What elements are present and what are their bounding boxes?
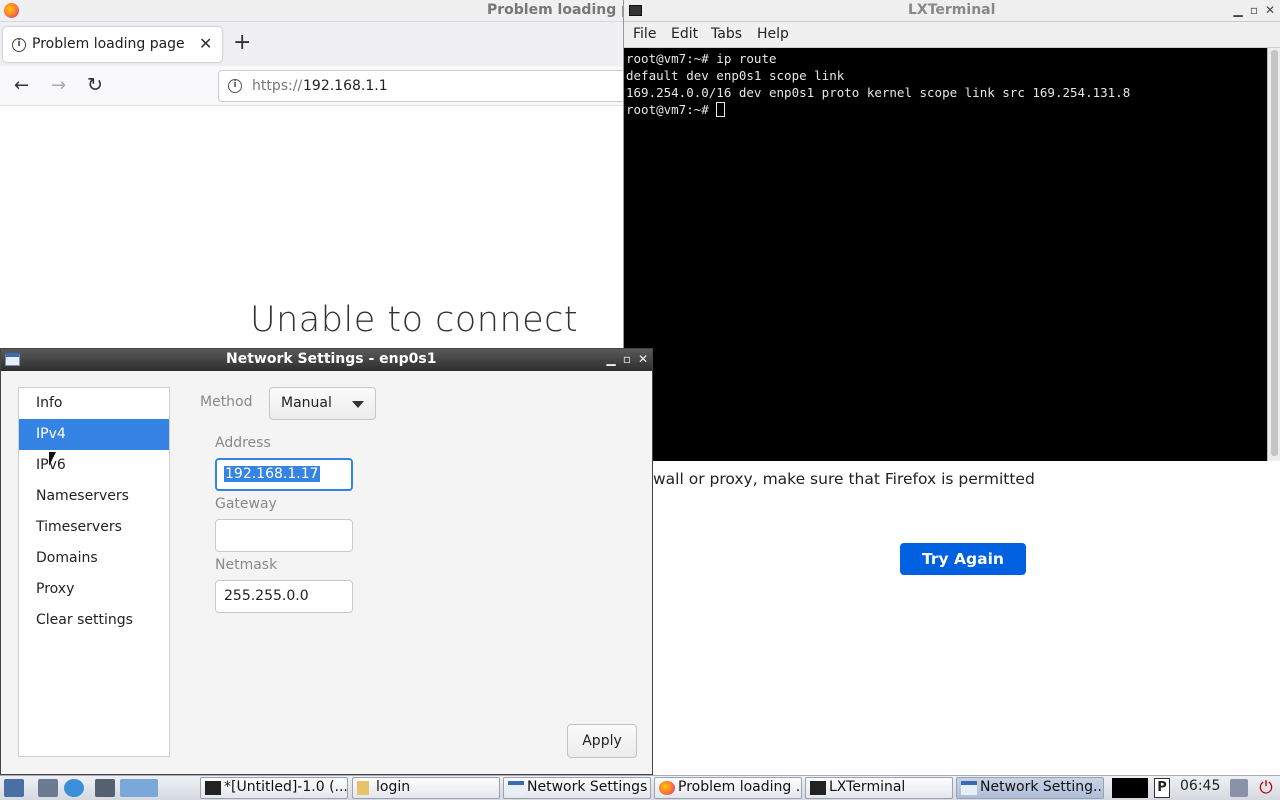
try-again-button[interactable]: Try Again (900, 543, 1026, 575)
method-dropdown[interactable]: Manual (269, 387, 376, 420)
terminal-line: 169.254.0.0/16 dev enp0s1 proto kernel s… (626, 85, 1131, 100)
reload-icon[interactable]: ↻ (87, 74, 103, 96)
browser-launcher-icon[interactable] (64, 779, 84, 797)
taskbar-item-label: Network Settings (527, 779, 648, 795)
menu-help[interactable]: Help (757, 26, 789, 42)
taskbar-item-label: Network Setting... (980, 779, 1104, 795)
close-icon[interactable]: ✕ (636, 352, 650, 366)
sidebar-item-domains[interactable]: Domains (19, 543, 169, 574)
workspace-switcher-icon[interactable] (120, 779, 158, 797)
error-description: wall or proxy, make sure that Firefox is… (653, 470, 1035, 488)
terminal-prompt-line: root@vm7:~# (626, 101, 1265, 118)
terminal-line: default dev enp0s1 scope link (626, 68, 845, 83)
minimize-icon[interactable]: ▁ (1231, 3, 1245, 17)
sidebar-item-proxy[interactable]: Proxy (19, 574, 169, 605)
folder-icon (357, 781, 369, 795)
taskbar-item-untitled[interactable]: *[Untitled]-1.0 (... (200, 777, 348, 799)
maximize-icon[interactable]: ▫ (1247, 3, 1261, 17)
terminal-prompt: root@vm7:~# (626, 102, 717, 117)
minimize-icon[interactable]: ▁ (604, 352, 618, 366)
terminal-line: root@vm7:~# ip route (626, 51, 777, 66)
menu-tabs[interactable]: Tabs (711, 26, 742, 42)
tab-problem-loading[interactable]: i Problem loading page ✕ (3, 27, 222, 62)
error-title: Unable to connect (250, 300, 579, 340)
gateway-label: Gateway (215, 496, 277, 512)
taskbar-item-label: LXTerminal (829, 779, 906, 795)
apply-button[interactable]: Apply (567, 724, 637, 758)
sidebar-item-nameservers[interactable]: Nameservers (19, 481, 169, 512)
settings-sidebar: Info IPv4 IPv6 Nameservers Timeservers D… (18, 387, 170, 757)
network-settings-dialog: Network Settings - enp0s1 ▁ ▫ ✕ Info IPv… (0, 348, 653, 775)
tab-close-icon[interactable]: ✕ (199, 34, 212, 53)
site-info-icon[interactable]: i (228, 79, 242, 93)
dialog-titlebar: Network Settings - enp0s1 ▁ ▫ ✕ (1, 349, 652, 371)
terminal-window: LXTerminal ▁ ▫ ✕ File Edit Tabs Help roo… (623, 0, 1280, 461)
mouse-pointer-icon (49, 452, 56, 466)
firefox-icon (659, 781, 675, 795)
lock-screen-icon[interactable] (1230, 779, 1248, 797)
sidebar-item-info[interactable]: Info (19, 388, 169, 419)
taskbar-item-label: login (376, 779, 411, 795)
taskbar-item-firefox[interactable]: Problem loading ... (654, 777, 802, 799)
terminal-titlebar: LXTerminal ▁ ▫ ✕ (624, 0, 1280, 22)
address-field[interactable]: 192.168.1.17 (215, 458, 353, 491)
terminal-icon (629, 5, 642, 16)
window-icon (5, 353, 20, 366)
tab-label: Problem loading page (32, 36, 185, 52)
menu-edit[interactable]: Edit (671, 26, 698, 42)
editor-icon (205, 781, 221, 795)
method-label: Method (200, 394, 253, 410)
sidebar-item-clear-settings[interactable]: Clear settings (19, 605, 169, 636)
show-desktop-icon[interactable] (38, 779, 58, 797)
close-icon[interactable]: ✕ (1263, 3, 1277, 17)
window-icon (508, 781, 524, 795)
taskbar-item-network-settings[interactable]: Network Settings (503, 777, 651, 799)
url-scheme: https:// (252, 78, 303, 94)
clipboard-icon[interactable]: P (1154, 778, 1170, 798)
terminal-output[interactable]: root@vm7:~# ip route default dev enp0s1 s… (624, 48, 1267, 461)
taskbar-item-login[interactable]: login (352, 777, 500, 799)
netmask-label: Netmask (215, 557, 278, 573)
firefox-logo-icon (4, 3, 19, 18)
netmask-field[interactable]: 255.255.0.0 (215, 580, 353, 613)
taskbar-item-network-settings-2[interactable]: Network Setting... (956, 777, 1104, 799)
terminal-menubar: File Edit Tabs Help (624, 22, 1280, 48)
maximize-icon[interactable]: ▫ (620, 352, 634, 366)
sidebar-item-timeservers[interactable]: Timeservers (19, 512, 169, 543)
gateway-field[interactable] (215, 519, 353, 552)
taskbar-item-label: *[Untitled]-1.0 (... (224, 779, 348, 795)
taskbar-item-lxterminal[interactable]: LXTerminal (805, 777, 953, 799)
new-tab-plus-icon[interactable]: + (233, 32, 251, 54)
terminal-scrollbar[interactable] (1267, 48, 1280, 461)
sidebar-item-ipv6[interactable]: IPv6 (19, 450, 169, 481)
menu-file[interactable]: File (633, 26, 656, 42)
cpu-monitor (1112, 778, 1148, 798)
back-arrow-icon[interactable]: ← (14, 75, 29, 96)
start-menu-icon[interactable] (4, 779, 24, 797)
dropdown-caret-icon (352, 401, 364, 408)
forward-arrow-icon[interactable]: → (51, 75, 66, 96)
url-host: 192.168.1.1 (303, 78, 388, 94)
scrollbar-thumb[interactable] (1271, 50, 1278, 456)
dialog-title: Network Settings - enp0s1 (226, 351, 437, 367)
file-manager-icon[interactable] (95, 779, 115, 797)
terminal-cursor (716, 102, 726, 117)
sidebar-item-ipv4[interactable]: IPv4 (19, 419, 169, 450)
terminal-title: LXTerminal (908, 2, 996, 18)
taskbar-item-label: Problem loading ... (678, 779, 802, 795)
taskbar: *[Untitled]-1.0 (... login Network Setti… (0, 775, 1280, 800)
power-icon[interactable]: ⏻ (1256, 778, 1276, 798)
address-label: Address (215, 435, 271, 451)
window-icon (961, 781, 977, 795)
clock[interactable]: 06:45 (1180, 778, 1220, 794)
address-value: 192.168.1.17 (224, 466, 320, 482)
terminal-icon (810, 781, 826, 795)
method-value: Manual (281, 395, 332, 411)
info-icon: i (12, 38, 26, 52)
